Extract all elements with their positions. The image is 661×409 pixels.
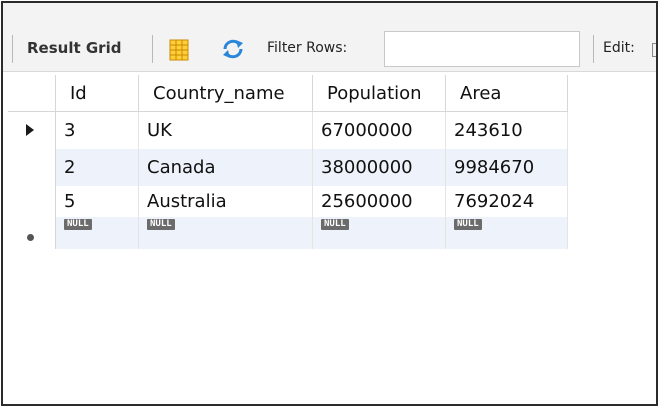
filter-rows-input[interactable] [384, 31, 580, 67]
cell-area[interactable]: NULL [446, 217, 568, 249]
result-grid-toolbar: Result Grid Filter Rows: Edit: [3, 25, 656, 72]
null-badge: NULL [321, 219, 349, 230]
table-row[interactable]: 5 Australia 25600000 7692024 [8, 186, 568, 217]
cell-country-name[interactable]: UK [139, 112, 313, 149]
edit-label: Edit: [603, 40, 635, 56]
cell-population[interactable]: 67000000 [313, 112, 446, 149]
new-row-star-icon [27, 234, 34, 241]
null-badge: NULL [64, 219, 92, 230]
table-header-row: Id Country_name Population Area [8, 75, 568, 112]
null-badge: NULL [454, 219, 482, 230]
table-row[interactable]: 2 Canada 38000000 9984670 [8, 149, 568, 186]
column-header-area[interactable]: Area [446, 75, 568, 112]
row-header[interactable] [8, 217, 56, 249]
column-header-population[interactable]: Population [313, 75, 446, 112]
cell-population[interactable]: 38000000 [313, 149, 446, 186]
refresh-icon[interactable] [221, 38, 245, 60]
filter-rows-label: Filter Rows: [267, 40, 348, 56]
column-header-id[interactable]: Id [56, 75, 139, 112]
cell-population[interactable]: 25600000 [313, 186, 446, 217]
toolbar-separator [12, 35, 13, 63]
column-header-country-name[interactable]: Country_name [139, 75, 313, 112]
row-header[interactable] [8, 149, 56, 186]
table-row[interactable]: 3 UK 67000000 243610 [8, 112, 568, 149]
cell-country-name[interactable]: NULL [139, 217, 313, 249]
cell-population[interactable]: NULL [313, 217, 446, 249]
cell-country-name[interactable]: Australia [139, 186, 313, 217]
cell-area[interactable]: 7692024 [446, 186, 568, 217]
result-grid-label[interactable]: Result Grid [27, 39, 121, 57]
current-row-arrow-icon [26, 124, 34, 136]
toolbar-separator [152, 35, 153, 63]
row-header-corner [8, 75, 56, 112]
cell-id[interactable]: NULL [56, 217, 139, 249]
cell-id[interactable]: 2 [56, 149, 139, 186]
null-badge: NULL [147, 219, 175, 230]
form-grid-icon[interactable] [168, 39, 190, 61]
cell-country-name[interactable]: Canada [139, 149, 313, 186]
row-header[interactable] [8, 186, 56, 217]
top-strip [3, 3, 656, 25]
cell-id[interactable]: 3 [56, 112, 139, 149]
result-grid-panel: Result Grid Filter Rows: Edit: Id Countr… [1, 1, 658, 406]
new-table-row[interactable]: NULL NULL NULL NULL [8, 217, 568, 249]
cell-area[interactable]: 9984670 [446, 149, 568, 186]
cell-area[interactable]: 243610 [446, 112, 568, 149]
toolbar-separator [593, 35, 594, 63]
row-header[interactable] [8, 112, 56, 149]
edit-icon[interactable] [652, 43, 656, 57]
cell-id[interactable]: 5 [56, 186, 139, 217]
